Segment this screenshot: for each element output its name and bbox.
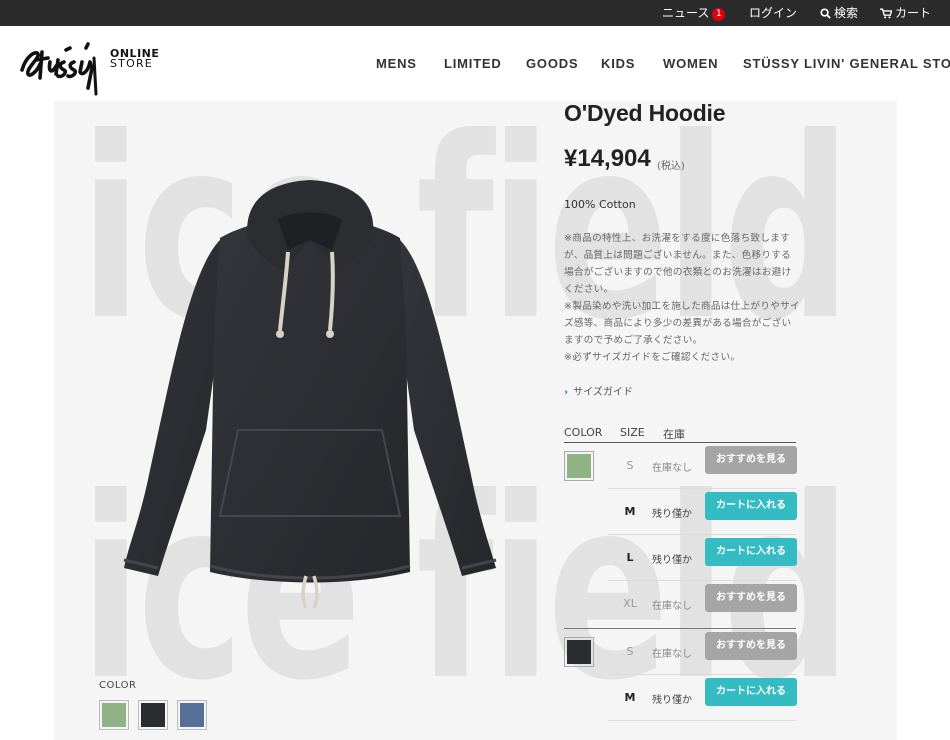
tax-note: (税込) <box>657 161 685 172</box>
news-count-badge: 1 <box>712 8 726 21</box>
nav-goods[interactable]: GOODS <box>526 56 578 72</box>
product-notes: ※商品の特性上、お洗濯をする度に色落ち致しますが、品質上は問題ございません。また… <box>564 230 800 366</box>
care-note: ※商品の特性上、お洗濯をする度に色落ち致しますが、品質上は問題ございません。また… <box>564 233 792 295</box>
see-recommendations-button[interactable]: おすすめを見る <box>705 446 797 474</box>
swatch-fill <box>567 640 591 664</box>
stock-row: S 在庫なし おすすめを見る <box>608 443 797 489</box>
nav-kids[interactable]: KIDS <box>601 56 635 72</box>
add-to-cart-button[interactable]: カートに入れる <box>705 492 797 520</box>
col-header-stock: 在庫 <box>663 428 685 441</box>
size-value: M <box>624 505 636 518</box>
size-note: ※必ずサイズガイドをご確認ください。 <box>564 352 741 363</box>
news-link[interactable]: ニュース 1 <box>662 0 726 26</box>
size-guide-label: サイズガイド <box>573 387 633 398</box>
nav-general-store[interactable]: STÜSSY LIVIN' GENERAL STORE <box>743 56 950 72</box>
stock-status: 在庫なし <box>652 649 692 660</box>
product-price: ¥14,904 <box>564 145 651 172</box>
chevron-right-icon: › <box>564 387 569 398</box>
cart-link[interactable]: カート <box>880 0 931 26</box>
stock-status: 残り僅か <box>652 695 692 706</box>
add-to-cart-button[interactable]: カートに入れる <box>705 678 797 706</box>
color-thumb-green[interactable] <box>99 700 129 730</box>
size-value: M <box>624 691 636 704</box>
product-title: O'Dyed Hoodie <box>564 100 726 126</box>
search-link[interactable]: 検索 <box>820 0 858 26</box>
row-divider <box>608 720 796 721</box>
variant-swatch-black[interactable] <box>564 637 594 667</box>
product-image[interactable] <box>110 180 510 620</box>
thumb-fill <box>102 703 126 727</box>
color-thumb-blue[interactable] <box>177 700 207 730</box>
thumb-fill <box>141 703 165 727</box>
color-thumb-black[interactable] <box>138 700 168 730</box>
gallery-color-label: COLOR <box>99 680 137 691</box>
nav-mens[interactable]: MENS <box>376 56 417 72</box>
stock-status: 残り僅か <box>652 509 692 520</box>
variant-swatch-green[interactable] <box>564 451 594 481</box>
online-store-label: ONLINE STORE <box>110 48 159 70</box>
stock-row: M 残り僅か カートに入れる <box>608 675 797 721</box>
col-header-color: COLOR <box>564 426 603 439</box>
stock-row: L 残り僅か カートに入れる <box>608 535 797 581</box>
utility-bar: ニュース 1 ログイン 検索 カート <box>0 0 950 26</box>
col-header-size: SIZE <box>620 426 645 439</box>
add-to-cart-button[interactable]: カートに入れる <box>705 538 797 566</box>
product-material: 100% Cotton <box>564 198 636 211</box>
thumb-fill <box>180 703 204 727</box>
size-value: L <box>626 551 634 564</box>
nav-limited[interactable]: LIMITED <box>444 56 502 72</box>
see-recommendations-button[interactable]: おすすめを見る <box>705 584 797 612</box>
cart-icon <box>880 8 893 19</box>
stock-row: XL 在庫なし おすすめを見る <box>608 581 797 627</box>
size-value: S <box>626 645 634 658</box>
store-label-line2: STORE <box>110 57 153 70</box>
swatch-fill <box>567 454 591 478</box>
size-value: XL <box>623 597 637 610</box>
stock-row: S 在庫なし おすすめを見る <box>608 629 797 675</box>
see-recommendations-button[interactable]: おすすめを見る <box>705 632 797 660</box>
login-link[interactable]: ログイン <box>749 0 797 26</box>
search-icon <box>820 8 831 19</box>
dye-note: ※製品染めや洗い加工を施した商品は仕上がりやサイズ感等、商品により多少の差異があ… <box>564 301 800 346</box>
stock-row: M 残り僅か カートに入れる <box>608 489 797 535</box>
stock-status: 残り僅か <box>652 555 692 566</box>
stock-status: 在庫なし <box>652 601 692 612</box>
stock-status: 在庫なし <box>652 463 692 474</box>
search-label: 検索 <box>834 6 859 20</box>
size-value: S <box>626 459 634 472</box>
cart-label: カート <box>895 6 932 20</box>
nav-women[interactable]: WOMEN <box>663 56 718 72</box>
news-label: ニュース <box>662 6 710 20</box>
size-guide-link[interactable]: › サイズガイド <box>564 383 633 398</box>
